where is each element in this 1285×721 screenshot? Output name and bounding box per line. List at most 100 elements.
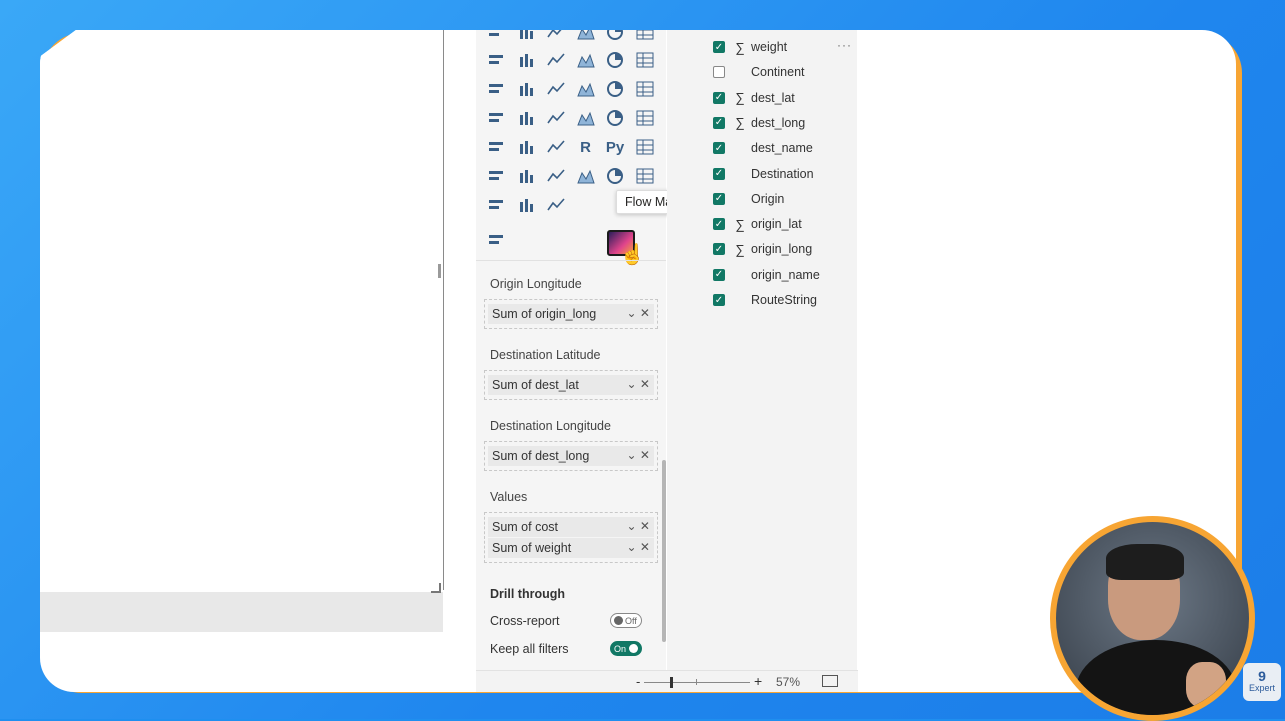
well-origin-longitude[interactable]: Sum of origin_long ⌄ ✕ (484, 299, 658, 329)
logo-text: Expert (1248, 683, 1275, 693)
well-destination-latitude[interactable]: Sum of dest_lat ⌄ ✕ (484, 370, 658, 400)
field-checkbox[interactable] (713, 66, 725, 79)
pill-controls[interactable]: ⌄ ✕ (627, 448, 650, 462)
stacked-bar-icon[interactable] (486, 30, 508, 42)
matrix-icon[interactable] (545, 137, 567, 157)
field-item-routestring[interactable]: ✓ RouteString (713, 290, 817, 310)
field-item-origin[interactable]: ✓ Origin (713, 189, 784, 209)
map-icon[interactable] (486, 108, 508, 128)
field-item-dest-lat[interactable]: ✓ ∑ dest_lat (713, 88, 795, 108)
fit-to-page-icon[interactable] (822, 675, 838, 687)
field-item-origin-name[interactable]: ✓ origin_name (713, 265, 820, 285)
resize-handle[interactable] (438, 264, 441, 278)
keep-all-filters-toggle[interactable]: On (610, 641, 642, 656)
pill-controls[interactable]: ⌄ ✕ (627, 519, 650, 533)
column-chart-icon[interactable] (634, 30, 656, 42)
clustered-column-icon[interactable] (516, 30, 538, 42)
field-checkbox[interactable]: ✓ (713, 294, 725, 306)
field-checkbox[interactable]: ✓ (713, 142, 725, 155)
stacked-area-icon[interactable] (545, 50, 567, 70)
field-checkbox[interactable]: ✓ (713, 116, 725, 129)
zoom-percent[interactable]: 57% (776, 675, 800, 689)
field-item-origin-long[interactable]: ✓ ∑ origin_long (713, 239, 812, 259)
arcgis-icon[interactable] (545, 195, 567, 215)
corner-resize-handle[interactable] (431, 583, 441, 593)
pill-controls[interactable]: ⌄ ✕ (627, 540, 650, 554)
waterfall-icon[interactable] (486, 79, 508, 99)
well-label-destination-longitude: Destination Longitude (490, 419, 611, 433)
line-column-icon[interactable] (604, 50, 626, 70)
image-icon[interactable] (634, 166, 656, 186)
funnel-icon[interactable] (516, 79, 538, 99)
field-checkbox[interactable]: ✓ (713, 41, 725, 53)
well-values[interactable]: Sum of cost ⌄ ✕ Sum of weight ⌄ ✕ (484, 512, 658, 563)
sigma-icon: ∑ (735, 216, 745, 232)
field-item-dest-name[interactable]: ✓ dest_name (713, 138, 813, 158)
field-pill[interactable]: Sum of cost ⌄ ✕ (488, 517, 654, 537)
well-label-values: Values (490, 490, 528, 504)
field-item-continent[interactable]: Continent (713, 62, 805, 82)
scatter-icon[interactable] (545, 79, 567, 99)
zoom-in-button[interactable]: + (754, 673, 762, 689)
zoom-thumb[interactable] (670, 677, 673, 688)
paginated-report-icon[interactable] (545, 166, 567, 186)
pie-icon[interactable] (575, 79, 597, 99)
field-pill[interactable]: Sum of dest_long ⌄ ✕ (488, 446, 654, 466)
python-visual-icon[interactable]: Py (604, 137, 626, 157)
bar-chart-icon[interactable] (604, 30, 626, 42)
field-checkbox[interactable]: ✓ (713, 243, 725, 256)
decomposition-tree-icon[interactable] (486, 166, 508, 186)
more-options-icon[interactable]: ··· (837, 38, 852, 52)
well-destination-longitude[interactable]: Sum of dest_long ⌄ ✕ (484, 441, 658, 471)
azure-map-icon[interactable] (545, 108, 567, 128)
pill-controls[interactable]: ⌄ ✕ (627, 377, 650, 391)
cross-report-toggle[interactable]: Off (610, 613, 642, 628)
field-checkbox[interactable]: ✓ (713, 192, 725, 205)
line-chart-icon[interactable] (486, 50, 508, 70)
field-item-weight[interactable]: ✓ ∑ weight (713, 37, 787, 57)
zoom-out-button[interactable]: - (636, 674, 640, 689)
scrollbar[interactable] (662, 460, 666, 642)
presenter-photo (1056, 522, 1249, 715)
qa-icon[interactable] (516, 166, 538, 186)
toggle-state: Off (625, 615, 637, 626)
zoom-slider[interactable] (644, 682, 750, 683)
sigma-icon: ∑ (735, 241, 745, 257)
custom-visual-icon[interactable] (486, 230, 508, 250)
power-apps-icon[interactable] (486, 195, 508, 215)
line-area-icon[interactable] (575, 50, 597, 70)
pill-controls[interactable]: ⌄ ✕ (627, 306, 650, 320)
ribbon-chart-icon[interactable] (634, 50, 656, 70)
treemap-icon[interactable] (634, 79, 656, 99)
gauge-icon[interactable] (575, 108, 597, 128)
card-icon[interactable] (604, 108, 626, 128)
field-item-destination[interactable]: ✓ Destination (713, 164, 814, 184)
metrics-icon[interactable] (604, 166, 626, 186)
kpi-icon[interactable] (634, 108, 656, 128)
sigma-icon: ∑ (735, 39, 745, 55)
sigma-icon: ∑ (735, 115, 745, 131)
r-visual-icon[interactable]: R (575, 137, 597, 157)
table-icon[interactable] (516, 137, 538, 157)
field-pill[interactable]: Sum of weight ⌄ ✕ (488, 538, 654, 558)
smart-narrative-icon[interactable] (575, 166, 597, 186)
field-checkbox[interactable]: ✓ (713, 91, 725, 104)
field-item-origin-lat[interactable]: ✓ ∑ origin_lat (713, 214, 802, 234)
area-chart-icon[interactable] (516, 50, 538, 70)
field-checkbox[interactable]: ✓ (713, 268, 725, 281)
field-label: Continent (751, 65, 805, 80)
field-pill[interactable]: Sum of origin_long ⌄ ✕ (488, 304, 654, 324)
report-canvas[interactable] (40, 30, 444, 590)
power-automate-icon[interactable] (516, 195, 538, 215)
canvas-footer (40, 592, 443, 632)
stacked-bar-100-icon[interactable] (545, 30, 567, 42)
clustered-column-2-icon[interactable] (575, 30, 597, 42)
field-pill[interactable]: Sum of dest_lat ⌄ ✕ (488, 375, 654, 395)
filled-map-icon[interactable] (516, 108, 538, 128)
donut-icon[interactable] (604, 79, 626, 99)
field-checkbox[interactable]: ✓ (713, 167, 725, 180)
field-item-dest-long[interactable]: ✓ ∑ dest_long (713, 113, 805, 133)
field-checkbox[interactable]: ✓ (713, 218, 725, 231)
slicer-icon[interactable] (486, 137, 508, 157)
key-influencers-icon[interactable] (634, 137, 656, 157)
